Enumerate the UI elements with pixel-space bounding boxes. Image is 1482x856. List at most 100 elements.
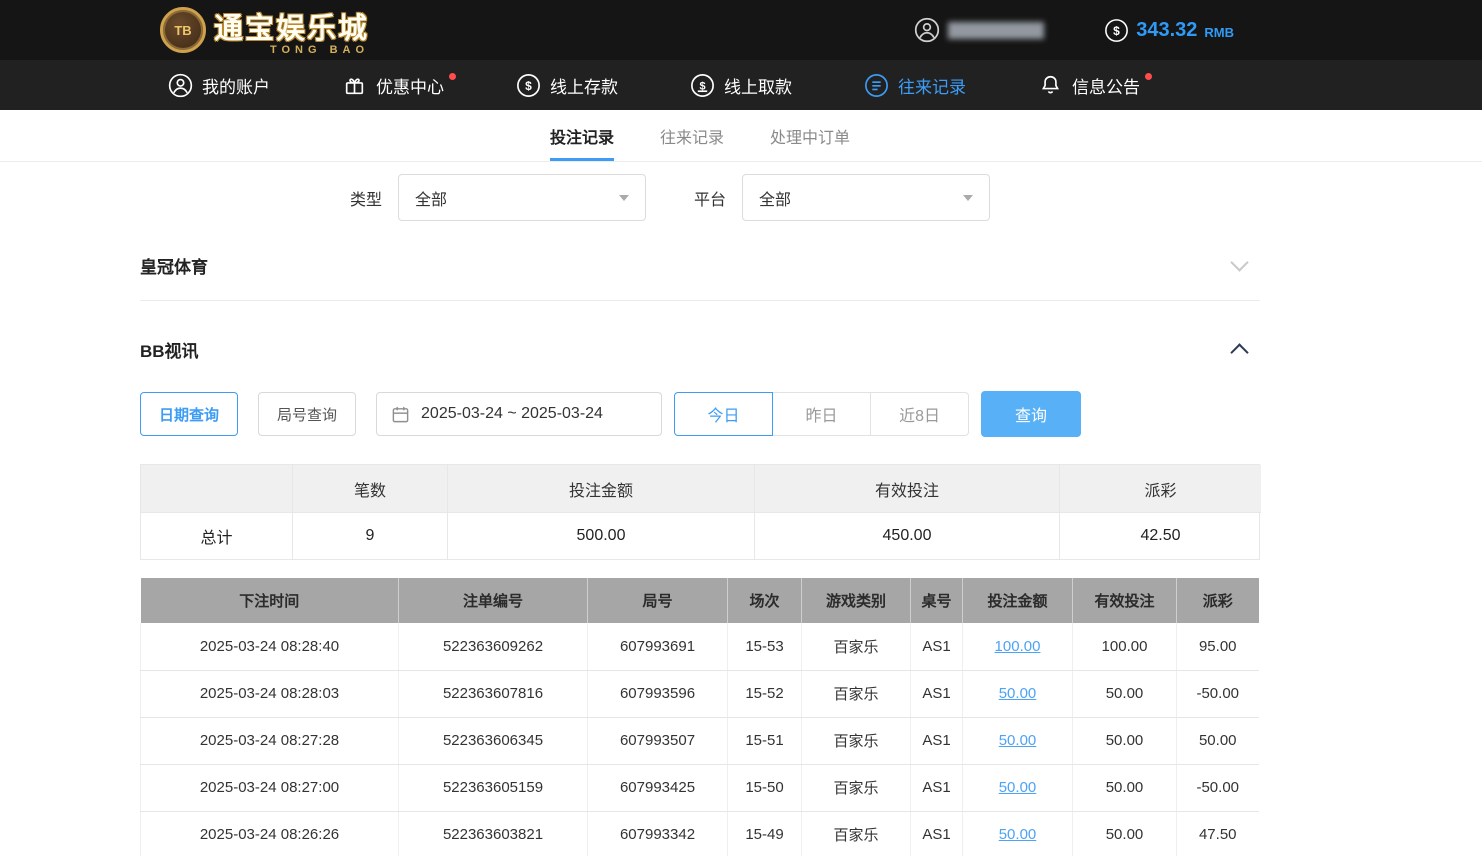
- section-title: BB视讯: [140, 337, 199, 362]
- balance-currency: RMB: [1204, 25, 1234, 40]
- col-game-type: 游戏类别: [802, 578, 911, 623]
- svg-text:$: $: [1113, 23, 1120, 37]
- summary-header-bet-amount: 投注金额: [447, 465, 754, 512]
- summary-header-valid-bet: 有效投注: [754, 465, 1059, 512]
- summary-valid-bet: 450.00: [754, 512, 1059, 559]
- payout: 95.00: [1177, 623, 1259, 670]
- search-button[interactable]: 查询: [981, 391, 1081, 437]
- platform-select-value: 全部: [759, 186, 791, 210]
- bet-amount-link[interactable]: 50.00: [999, 685, 1037, 702]
- nav-withdraw[interactable]: $ 线上取款: [690, 73, 792, 98]
- bet-time: 2025-03-24 08:28:03: [141, 670, 399, 717]
- page-content: 类型 全部 平台 全部 皇冠体育 BB视讯 日期查询 局号查询 2025-03-…: [140, 174, 1260, 856]
- bet-time: 2025-03-24 08:27:28: [141, 717, 399, 764]
- bet-amount-link[interactable]: 50.00: [999, 826, 1037, 843]
- tab-processing-orders[interactable]: 处理中订单: [770, 110, 850, 161]
- tab-transaction-records[interactable]: 往来记录: [660, 110, 724, 161]
- section-title: 皇冠体育: [140, 253, 208, 278]
- nav-transaction-records[interactable]: 往来记录: [864, 73, 966, 98]
- quick-today-button[interactable]: 今日: [674, 392, 773, 436]
- table-row: 2025-03-24 08:27:00 522363605159 6079934…: [141, 764, 1259, 811]
- order-number: 522363603821: [399, 811, 588, 856]
- type-select[interactable]: 全部: [398, 174, 646, 221]
- date-query-button[interactable]: 日期查询: [140, 392, 238, 436]
- section-bb-live[interactable]: BB视讯: [140, 301, 1260, 362]
- table-number: AS1: [911, 623, 963, 670]
- nav-announcements[interactable]: 信息公告: [1038, 73, 1140, 98]
- brand-coin-icon: TB: [160, 7, 206, 53]
- chevron-down-icon: [619, 195, 629, 201]
- col-order-number: 注单编号: [399, 578, 588, 623]
- records-icon: [864, 73, 889, 98]
- chevron-down-icon[interactable]: [1230, 253, 1248, 271]
- nav-label: 线上取款: [724, 73, 792, 98]
- summary-payout: 42.50: [1059, 512, 1261, 559]
- section-crown-sports[interactable]: 皇冠体育: [140, 221, 1260, 301]
- quick-8days-button[interactable]: 近8日: [870, 392, 969, 436]
- balance-amount: 343.32: [1136, 19, 1197, 42]
- payout: 47.50: [1177, 811, 1259, 856]
- order-number: 522363609262: [399, 623, 588, 670]
- table-row: 2025-03-24 08:27:28 522363606345 6079935…: [141, 717, 1259, 764]
- order-number: 522363606345: [399, 717, 588, 764]
- top-bar: TB 通宝娱乐城 TONG BAO ██████████ $ 343.32 RM…: [0, 0, 1482, 60]
- bet-time: 2025-03-24 08:27:00: [141, 764, 399, 811]
- account-menu[interactable]: ██████████: [914, 17, 1044, 43]
- brand-logo[interactable]: TB 通宝娱乐城 TONG BAO: [160, 5, 369, 56]
- nav-label: 信息公告: [1072, 73, 1140, 98]
- bet-amount-link[interactable]: 50.00: [999, 779, 1037, 796]
- round-number: 607993342: [588, 811, 728, 856]
- round-number: 607993507: [588, 717, 728, 764]
- game-type: 百家乐: [802, 623, 911, 670]
- round-number: 607993596: [588, 670, 728, 717]
- platform-select[interactable]: 全部: [742, 174, 990, 221]
- quick-yesterday-button[interactable]: 昨日: [772, 392, 871, 436]
- account-icon: [168, 73, 193, 98]
- sub-nav: 投注记录 往来记录 处理中订单: [0, 110, 1482, 162]
- notification-dot: [1145, 73, 1152, 80]
- table-number: AS1: [911, 717, 963, 764]
- type-select-value: 全部: [415, 186, 447, 210]
- summary-table: 笔数 投注金额 有效投注 派彩 总计 9 500.00 450.00 42.50: [140, 464, 1260, 560]
- calendar-icon: [391, 405, 410, 424]
- round-query-button[interactable]: 局号查询: [258, 392, 356, 436]
- quick-range-group: 今日 昨日 近8日: [674, 392, 969, 436]
- chevron-up-icon[interactable]: [1230, 343, 1248, 361]
- bet-amount-link[interactable]: 100.00: [995, 638, 1041, 655]
- bet-amount-cell: 50.00: [963, 670, 1073, 717]
- table-row: 2025-03-24 08:26:26 522363603821 6079933…: [141, 811, 1259, 856]
- tab-bet-records[interactable]: 投注记录: [550, 110, 614, 161]
- table-number: AS1: [911, 670, 963, 717]
- bet-amount-cell: 50.00: [963, 717, 1073, 764]
- order-number: 522363605159: [399, 764, 588, 811]
- round-number: 607993691: [588, 623, 728, 670]
- date-range-input[interactable]: 2025-03-24 ~ 2025-03-24: [376, 392, 662, 436]
- session: 15-51: [728, 717, 802, 764]
- nav-deposit[interactable]: $ 线上存款: [516, 73, 618, 98]
- round-number: 607993425: [588, 764, 728, 811]
- order-number: 522363607816: [399, 670, 588, 717]
- dollar-icon: $: [1104, 18, 1129, 43]
- table-row: 2025-03-24 08:28:03 522363607816 6079935…: [141, 670, 1259, 717]
- date-range-value: 2025-03-24 ~ 2025-03-24: [421, 405, 603, 423]
- valid-bet: 100.00: [1073, 623, 1177, 670]
- nav-promotions[interactable]: 优惠中心: [342, 73, 444, 98]
- summary-header-payout: 派彩: [1059, 465, 1261, 512]
- payout: -50.00: [1177, 764, 1259, 811]
- topbar-right: ██████████ $ 343.32 RMB: [914, 17, 1234, 43]
- bet-time: 2025-03-24 08:28:40: [141, 623, 399, 670]
- col-valid-bet: 有效投注: [1073, 578, 1177, 623]
- nav-my-account[interactable]: 我的账户: [168, 73, 270, 98]
- bet-amount-cell: 50.00: [963, 811, 1073, 856]
- svg-text:$: $: [525, 78, 532, 92]
- summary-header-count: 笔数: [292, 465, 447, 512]
- notification-dot: [449, 73, 456, 80]
- payout: 50.00: [1177, 717, 1259, 764]
- summary-total-label: 总计: [141, 512, 292, 559]
- bet-amount-link[interactable]: 50.00: [999, 732, 1037, 749]
- table-row: 2025-03-24 08:28:40 522363609262 6079936…: [141, 623, 1259, 670]
- table-header-row: 下注时间 注单编号 局号 场次 游戏类别 桌号 投注金额 有效投注 派彩: [141, 578, 1259, 623]
- balance: $ 343.32 RMB: [1104, 18, 1234, 43]
- valid-bet: 50.00: [1073, 811, 1177, 856]
- session: 15-53: [728, 623, 802, 670]
